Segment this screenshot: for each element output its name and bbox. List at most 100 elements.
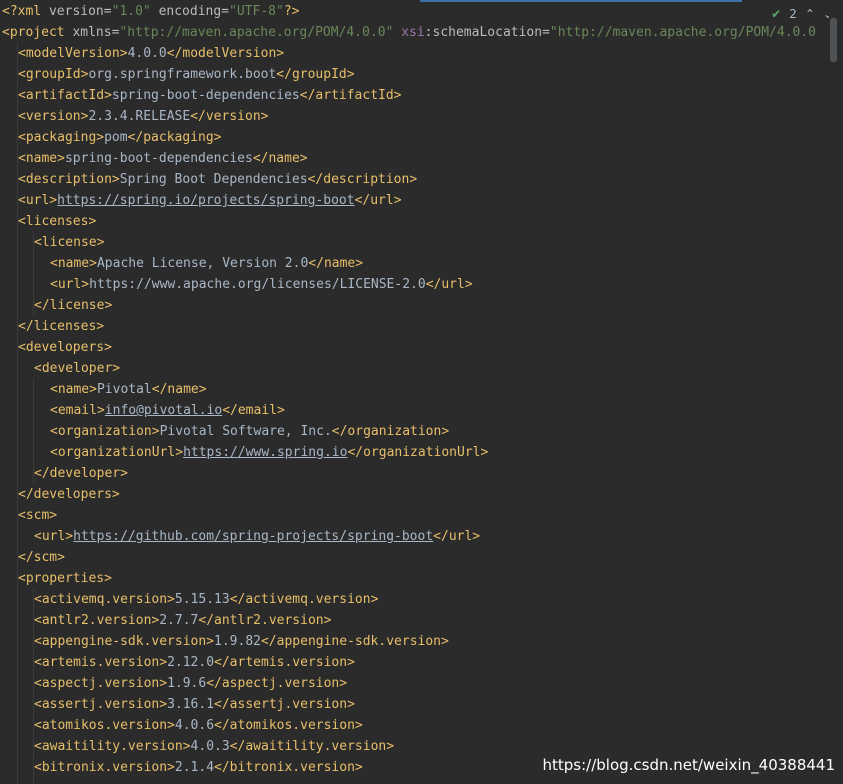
code-line[interactable]: </scm>	[18, 547, 65, 568]
code-token: ?>	[283, 4, 300, 19]
code-line[interactable]: <aspectj.version>1.9.6</aspectj.version>	[34, 673, 347, 694]
code-token: </url>	[433, 529, 481, 544]
code-token: https://www.apache.org/licenses/LICENSE-…	[89, 277, 426, 292]
code-line[interactable]: <awaitility.version>4.0.3</awaitility.ve…	[34, 736, 394, 757]
code-link[interactable]: https://github.com/spring-projects/sprin…	[73, 529, 433, 544]
code-line[interactable]: </developer>	[34, 463, 128, 484]
code-line[interactable]: <packaging>pom</packaging>	[18, 127, 222, 148]
code-line[interactable]: </licenses>	[18, 316, 104, 337]
check-icon: ✔	[771, 7, 782, 21]
code-token: </assertj.version>	[214, 697, 355, 712]
code-token: spring-boot-dependencies	[111, 88, 300, 103]
code-token: 2.12.0	[167, 655, 215, 670]
chevron-up-icon[interactable]: ⌃	[805, 7, 815, 21]
inspection-widget[interactable]: ✔ 2 ⌃ ⌄	[771, 6, 833, 22]
code-token: <organizationUrl>	[50, 445, 184, 460]
code-line[interactable]: <description>Spring Boot Dependencies</d…	[18, 169, 417, 190]
code-line[interactable]: <name>Apache License, Version 2.0</name>	[50, 253, 363, 274]
code-token: Pivotal	[96, 382, 152, 397]
code-line[interactable]: <artemis.version>2.12.0</artemis.version…	[34, 652, 355, 673]
code-token: 5.15.13	[174, 592, 230, 607]
code-token: <licenses>	[18, 214, 97, 229]
code-line[interactable]: <scm>	[18, 505, 57, 526]
code-line[interactable]: <license>	[34, 232, 104, 253]
code-token: <developer>	[34, 361, 121, 376]
code-editor[interactable]: <?xml version="1.0" encoding="UTF-8"?> <p…	[0, 0, 829, 784]
code-line[interactable]: </license>	[34, 295, 112, 316]
code-link[interactable]: info@pivotal.io	[105, 403, 222, 418]
code-token: </url>	[354, 193, 402, 208]
code-token: </appengine-sdk.version>	[260, 634, 449, 649]
code-token: <version>	[18, 109, 89, 124]
code-token: </modelVersion>	[166, 46, 285, 61]
code-token: </bitronix.version>	[214, 760, 363, 775]
code-line[interactable]: <activemq.version>5.15.13</activemq.vers…	[34, 589, 378, 610]
code-token: </developer>	[34, 466, 128, 481]
code-token: </organization>	[331, 424, 450, 439]
code-token: <properties>	[18, 571, 112, 586]
code-token: 2.3.4.RELEASE	[88, 109, 191, 124]
code-line[interactable]: <name>spring-boot-dependencies</name>	[18, 148, 308, 169]
code-line[interactable]: <organization>Pivotal Software, Inc.</or…	[50, 421, 449, 442]
code-token: </aspectj.version>	[206, 676, 348, 691]
code-line[interactable]: <developers>	[18, 337, 112, 358]
code-token: <packaging>	[18, 130, 105, 145]
code-line[interactable]: <url>https://spring.io/projects/spring-b…	[18, 190, 402, 211]
code-line[interactable]: <project xmlns="http://maven.apache.org/…	[2, 22, 816, 43]
code-line[interactable]: <name>Pivotal</name>	[50, 379, 207, 400]
code-token: </groupId>	[276, 67, 355, 82]
code-line[interactable]: <bitronix.version>2.1.4</bitronix.versio…	[34, 757, 363, 778]
code-token: <project	[2, 25, 73, 40]
code-line[interactable]: <?xml version="1.0" encoding="UTF-8"?>	[2, 1, 299, 22]
scrollbar-thumb[interactable]	[830, 18, 837, 62]
code-token: <url>	[34, 529, 74, 544]
code-token: </packaging>	[127, 130, 222, 145]
code-token: pom	[104, 130, 128, 145]
code-line[interactable]: <organizationUrl>https://www.spring.io</…	[50, 442, 488, 463]
code-line[interactable]: <assertj.version>3.16.1</assertj.version…	[34, 694, 355, 715]
code-line[interactable]: <email>info@pivotal.io</email>	[50, 400, 285, 421]
code-line[interactable]: </developers>	[18, 484, 120, 505]
code-token: version=	[48, 4, 112, 19]
code-token: <organization>	[50, 424, 160, 439]
code-token: <license>	[34, 235, 105, 250]
vertical-scrollbar[interactable]	[829, 0, 843, 784]
code-line[interactable]: <atomikos.version>4.0.6</atomikos.versio…	[34, 715, 363, 736]
code-token: 4.0.6	[174, 718, 215, 733]
code-token: </developers>	[18, 487, 120, 502]
code-line[interactable]: <url>https://github.com/spring-projects/…	[34, 526, 480, 547]
code-token: <bitronix.version>	[34, 760, 175, 775]
code-line[interactable]: <groupId>org.springframework.boot</group…	[18, 64, 355, 85]
code-token: </awaitility.version>	[229, 739, 395, 754]
code-link[interactable]: https://spring.io/projects/spring-boot	[57, 193, 354, 208]
code-token: 3.16.1	[167, 697, 215, 712]
code-token: <activemq.version>	[34, 592, 175, 607]
code-token: <email>	[50, 403, 105, 418]
code-line[interactable]: <url>https://www.apache.org/licenses/LIC…	[50, 274, 473, 295]
code-token: Pivotal Software, Inc.	[159, 424, 332, 439]
code-token: <modelVersion>	[18, 46, 128, 61]
code-token: xmlns=	[72, 25, 120, 40]
code-line[interactable]: <developer>	[34, 358, 120, 379]
code-token: </license>	[34, 298, 113, 313]
code-token: </version>	[190, 109, 269, 124]
code-line[interactable]: <antlr2.version>2.7.7</antlr2.version>	[34, 610, 331, 631]
code-token: <?xml	[2, 4, 49, 19]
code-line[interactable]: <licenses>	[18, 211, 96, 232]
code-line[interactable]: <modelVersion>4.0.0</modelVersion>	[18, 43, 284, 64]
code-token: <groupId>	[18, 67, 89, 82]
code-token: <aspectj.version>	[34, 676, 168, 691]
code-token: </organizationUrl>	[347, 445, 489, 460]
code-token: </artifactId>	[299, 88, 402, 103]
code-line[interactable]: <appengine-sdk.version>1.9.82</appengine…	[34, 631, 449, 652]
code-token: :schemaLocation=	[424, 25, 550, 40]
code-token: <developers>	[18, 340, 112, 355]
code-token: 1.9.6	[167, 676, 207, 691]
code-link[interactable]: https://www.spring.io	[183, 445, 347, 460]
code-token: <url>	[50, 277, 90, 292]
code-line[interactable]: <artifactId>spring-boot-dependencies</ar…	[18, 85, 402, 106]
code-line[interactable]: <properties>	[18, 568, 112, 589]
code-line[interactable]: <version>2.3.4.RELEASE</version>	[18, 106, 268, 127]
watermark-text: https://blog.csdn.net/weixin_40388441	[542, 756, 835, 774]
code-token: <url>	[18, 193, 58, 208]
